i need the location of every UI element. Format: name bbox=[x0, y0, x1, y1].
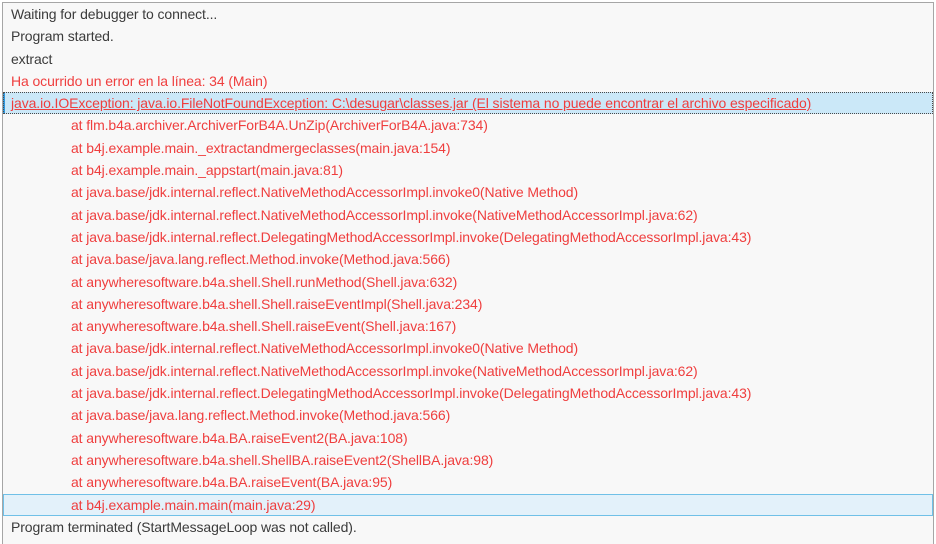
log-line[interactable]: extract bbox=[3, 48, 933, 70]
log-line[interactable]: at anywheresoftware.b4a.shell.Shell.runM… bbox=[3, 271, 933, 293]
log-line[interactable]: Ha ocurrido un error en la línea: 34 (Ma… bbox=[3, 70, 933, 92]
log-line[interactable]: at anywheresoftware.b4a.shell.ShellBA.ra… bbox=[3, 449, 933, 471]
log-line[interactable]: at b4j.example.main._extractandmergeclas… bbox=[3, 137, 933, 159]
log-line[interactable]: at java.base/jdk.internal.reflect.Native… bbox=[3, 181, 933, 203]
log-line[interactable]: at java.base/jdk.internal.reflect.Delega… bbox=[3, 382, 933, 404]
log-line[interactable]: at anywheresoftware.b4a.BA.raiseEvent(BA… bbox=[3, 471, 933, 493]
log-line[interactable]: at java.base/jdk.internal.reflect.Native… bbox=[3, 337, 933, 359]
log-line[interactable]: at java.base/jdk.internal.reflect.Native… bbox=[3, 204, 933, 226]
log-line[interactable]: Waiting for debugger to connect... bbox=[3, 3, 933, 25]
log-line[interactable]: Program terminated (StartMessageLoop was… bbox=[3, 516, 933, 538]
log-line-hovered[interactable]: at b4j.example.main.main(main.java:29) bbox=[3, 493, 933, 516]
log-line[interactable]: at java.base/java.lang.reflect.Method.in… bbox=[3, 248, 933, 270]
log-output-list: Waiting for debugger to connect... Progra… bbox=[3, 3, 933, 538]
log-line[interactable]: at anywheresoftware.b4a.shell.Shell.rais… bbox=[3, 315, 933, 337]
log-line[interactable]: at java.base/java.lang.reflect.Method.in… bbox=[3, 404, 933, 426]
debugger-log-panel: Waiting for debugger to connect... Progra… bbox=[2, 2, 934, 544]
log-line[interactable]: at java.base/jdk.internal.reflect.Delega… bbox=[3, 226, 933, 248]
log-line[interactable]: at anywheresoftware.b4a.BA.raiseEvent2(B… bbox=[3, 427, 933, 449]
log-line[interactable]: at b4j.example.main._appstart(main.java:… bbox=[3, 159, 933, 181]
log-line[interactable]: at anywheresoftware.b4a.shell.Shell.rais… bbox=[3, 293, 933, 315]
log-line[interactable]: at java.base/jdk.internal.reflect.Native… bbox=[3, 360, 933, 382]
log-line[interactable]: at flm.b4a.archiver.ArchiverForB4A.UnZip… bbox=[3, 114, 933, 136]
log-line-selected[interactable]: java.io.IOException: java.io.FileNotFoun… bbox=[3, 92, 933, 115]
log-line[interactable]: Program started. bbox=[3, 25, 933, 47]
